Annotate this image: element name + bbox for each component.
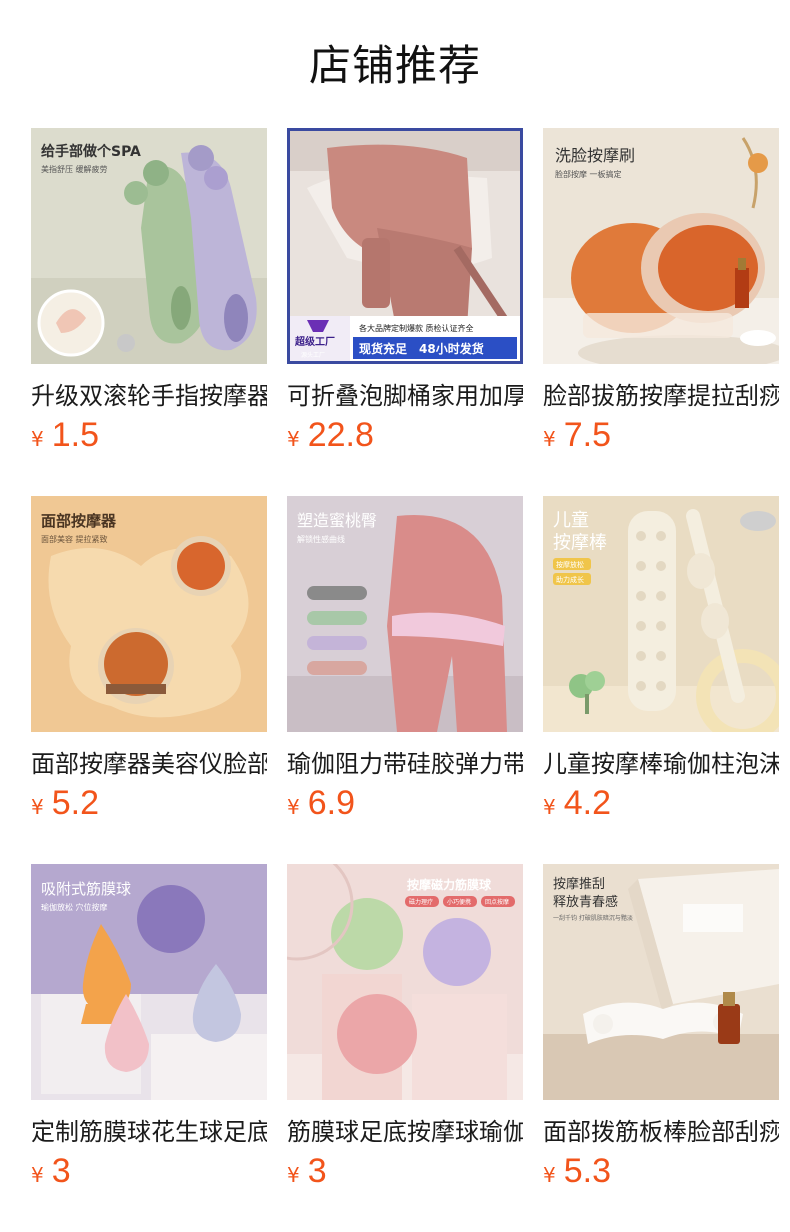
product-price: ¥ 22.8: [287, 416, 523, 462]
product-card[interactable]: 吸附式筋膜球 瑜伽放松 穴位按摩 定制筋膜球花生球足底 ¥ 3: [31, 864, 267, 1232]
product-price: ¥ 4.2: [543, 784, 779, 830]
product-name[interactable]: 面部按摩器美容仪脸部: [31, 746, 267, 782]
currency-symbol: ¥: [287, 795, 300, 819]
price-value: 3: [51, 1152, 71, 1190]
overlay-headline: 吸附式筋膜球: [41, 880, 131, 898]
overlay-headline: 按摩推刮: [553, 876, 605, 892]
product-card[interactable]: 洗脸按摩刷 脸部按摩 一板搞定 脸部拔筋按摩提拉刮痧 ¥ 7.5: [543, 128, 779, 496]
product-card[interactable]: 超级工厂 源头工厂 各大品牌定制爆款 质检认证齐全 现货充足 48小时发货 可折…: [287, 128, 523, 496]
product-name[interactable]: 升级双滚轮手指按摩器: [31, 378, 267, 414]
factory-badge-sub: 源头工厂: [301, 351, 325, 359]
product-image[interactable]: 洗脸按摩刷 脸部按摩 一板搞定: [543, 128, 779, 364]
overlay-headline-2: 释放青春感: [553, 894, 618, 910]
overlay-headline: 按摩磁力筋膜球: [407, 877, 492, 892]
product-image[interactable]: 按摩磁力筋膜球 磁力理疗 小巧便携 回点按摩: [287, 864, 523, 1100]
product-price: ¥ 7.5: [543, 416, 779, 462]
overlay-headline: 塑造蜜桃臀: [297, 511, 377, 530]
currency-symbol: ¥: [31, 427, 44, 451]
product-card[interactable]: 按摩推刮 释放青春感 一刮千钧 打破肌肤暗沉与黯淡 面部拨筋板棒脸部刮痧 ¥ 5…: [543, 864, 779, 1232]
currency-symbol: ¥: [543, 427, 556, 451]
overlay-tag: 回点按摩: [485, 898, 509, 906]
price-value: 7.5: [563, 416, 611, 454]
price-value: 5.2: [51, 784, 99, 822]
price-value: 5.3: [563, 1152, 611, 1190]
currency-symbol: ¥: [287, 427, 300, 451]
overlay-sub: 解锁性感曲线: [297, 534, 345, 544]
product-image[interactable]: 面部按摩器 面部美容 提拉紧致: [31, 496, 267, 732]
product-image[interactable]: 按摩推刮 释放青春感 一刮千钧 打破肌肤暗沉与黯淡: [543, 864, 779, 1100]
banner-bottom: 现货充足 48小时发货: [359, 341, 484, 356]
product-image[interactable]: 儿童按摩棒 按摩放松 助力成长: [543, 496, 779, 732]
product-price: ¥ 1.5: [31, 416, 267, 462]
product-image[interactable]: 吸附式筋膜球 瑜伽放松 穴位按摩: [31, 864, 267, 1100]
product-card[interactable]: 儿童按摩棒 按摩放松 助力成长 儿童按摩棒瑜伽柱泡沫轴 ¥ 4.2: [543, 496, 779, 864]
overlay-sub: 瑜伽放松 穴位按摩: [41, 902, 108, 912]
currency-symbol: ¥: [31, 795, 44, 819]
product-name[interactable]: 面部拨筋板棒脸部刮痧: [543, 1114, 779, 1150]
product-grid: 给手部做个SPA 美指舒压 缓解疲劳 升级双滚轮手指按摩器 ¥ 1.5 超级工厂…: [31, 128, 779, 1232]
overlay-sub: 面部美容 提拉紧致: [41, 534, 108, 544]
product-price: ¥ 6.9: [287, 784, 523, 830]
product-name[interactable]: 儿童按摩棒瑜伽柱泡沫轴: [543, 746, 779, 782]
overlay-headline: 给手部做个SPA: [41, 143, 141, 160]
product-image[interactable]: 塑造蜜桃臀 解锁性感曲线: [287, 496, 523, 732]
overlay-tag: 按摩放松: [556, 560, 584, 569]
product-name[interactable]: 筋膜球足底按摩球瑜伽: [287, 1114, 523, 1150]
product-card[interactable]: 给手部做个SPA 美指舒压 缓解疲劳 升级双滚轮手指按摩器 ¥ 1.5: [31, 128, 267, 496]
product-card[interactable]: 按摩磁力筋膜球 磁力理疗 小巧便携 回点按摩 筋膜球足底按摩球瑜伽 ¥ 3: [287, 864, 523, 1232]
product-name[interactable]: 可折叠泡脚桶家用加厚: [287, 378, 523, 414]
currency-symbol: ¥: [287, 1163, 300, 1187]
product-card[interactable]: 面部按摩器 面部美容 提拉紧致 面部按摩器美容仪脸部 ¥ 5.2: [31, 496, 267, 864]
overlay-sub: 一刮千钧 打破肌肤暗沉与黯淡: [553, 914, 633, 922]
price-value: 1.5: [51, 416, 99, 454]
overlay-headline: 面部按摩器: [41, 512, 117, 530]
product-name[interactable]: 定制筋膜球花生球足底: [31, 1114, 267, 1150]
currency-symbol: ¥: [31, 1163, 44, 1187]
price-value: 3: [307, 1152, 327, 1190]
overlay-sub: 脸部按摩 一板搞定: [555, 169, 622, 179]
overlay-headline: 洗脸按摩刷: [555, 146, 635, 165]
overlay-tag: 磁力理疗: [409, 898, 433, 906]
product-image[interactable]: 超级工厂 源头工厂 各大品牌定制爆款 质检认证齐全 现货充足 48小时发货: [287, 128, 523, 364]
product-card[interactable]: 塑造蜜桃臀 解锁性感曲线 瑜伽阻力带硅胶弹力带 ¥ 6.9: [287, 496, 523, 864]
overlay-sub: 美指舒压 缓解疲劳: [41, 164, 108, 174]
product-image[interactable]: 给手部做个SPA 美指舒压 缓解疲劳: [31, 128, 267, 364]
price-value: 22.8: [307, 416, 374, 454]
banner-top: 各大品牌定制爆款 质检认证齐全: [359, 323, 474, 333]
product-name[interactable]: 瑜伽阻力带硅胶弹力带: [287, 746, 523, 782]
price-value: 6.9: [307, 784, 355, 822]
overlay-tag: 小巧便携: [447, 898, 471, 906]
product-price: ¥ 5.2: [31, 784, 267, 830]
product-price: ¥ 3: [31, 1152, 267, 1198]
factory-badge: 超级工厂: [294, 335, 335, 348]
product-price: ¥ 5.3: [543, 1152, 779, 1198]
overlay-tag: 助力成长: [556, 575, 584, 584]
product-price: ¥ 3: [287, 1152, 523, 1198]
section-title: 店铺推荐: [308, 41, 481, 90]
product-name[interactable]: 脸部拔筋按摩提拉刮痧: [543, 378, 779, 414]
currency-symbol: ¥: [543, 795, 556, 819]
price-value: 4.2: [563, 784, 611, 822]
currency-symbol: ¥: [543, 1163, 556, 1187]
